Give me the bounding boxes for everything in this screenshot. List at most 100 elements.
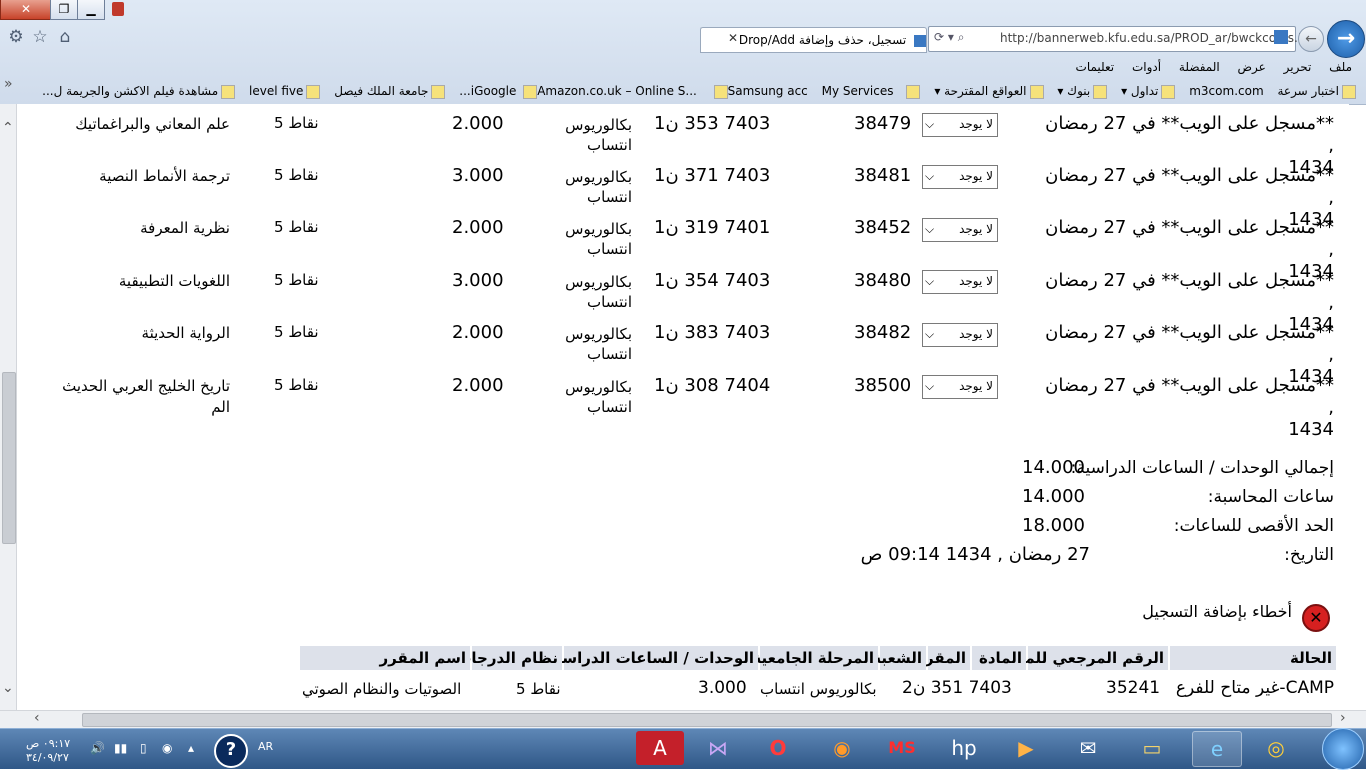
course-code: 7404 308 ن1 [654, 375, 771, 396]
error-credits: 3.000 [698, 678, 747, 698]
firefox-icon[interactable]: ◉ [818, 731, 866, 765]
action-select[interactable]: ⌵ لا يوجد [922, 270, 998, 294]
header-credits: الوحدات / الساعات الدراسية [547, 646, 758, 670]
address-url[interactable]: http://bannerweb.kfu.edu.sa/PROD_ar/bwck… [1000, 31, 1301, 45]
network-icon[interactable]: ◉ [162, 741, 172, 755]
action-select[interactable]: ⌵ لا يوجد [922, 218, 998, 242]
clock-time[interactable]: ٠٩:١٧ ص [26, 737, 70, 750]
home-icon[interactable]: ⌂ [54, 26, 76, 48]
action-select[interactable]: ⌵ لا يوجد [922, 113, 998, 137]
course-credits: 2.000 [452, 217, 504, 238]
header-grading: نظام الدرجات [456, 646, 562, 670]
action-select[interactable]: ⌵ لا يوجد [922, 323, 998, 347]
course-title: ترجمة الأنماط النصية [99, 167, 230, 185]
course-grading: نقاط 5 [274, 114, 319, 132]
scroll-left-icon[interactable]: ‹ [34, 710, 40, 726]
menu-bar: ملف تحرير عرض المفضلة أدوات تعليمات [0, 56, 1366, 78]
language-indicator[interactable]: AR [258, 740, 273, 753]
chevron-down-icon: ⌵ [925, 327, 935, 341]
page-icon [906, 84, 921, 99]
fav-item[interactable]: m3com.com [1189, 84, 1263, 98]
settings-gear-icon[interactable]: ⚙ [5, 26, 27, 48]
window-close-button[interactable]: ✕ [0, 0, 52, 20]
fav-item[interactable]: Amazon.co.uk – Online S... [520, 84, 697, 99]
course-title: تاريخ الخليج العربي الحديث الم [62, 377, 230, 416]
window-restore-button[interactable]: ❐ [50, 0, 78, 20]
fav-item[interactable]: بنوك ▾ [1057, 84, 1108, 99]
header-title: اسم المقرر [300, 646, 470, 670]
clock-date[interactable]: ٣٤/٠٩/٢٧ [26, 751, 69, 764]
course-level: بكالوريوس انتساب [565, 220, 632, 258]
kfu-icon [431, 84, 446, 99]
menu-favorites[interactable]: المفضلة [1179, 60, 1220, 74]
chrome-icon[interactable]: ◎ [1252, 731, 1300, 765]
acrobat-icon[interactable]: A [636, 731, 684, 765]
vertical-scroll-thumb[interactable] [2, 372, 16, 544]
chevron-more-icon[interactable]: » [4, 76, 13, 92]
course-credits: 3.000 [452, 270, 504, 291]
volume-icon[interactable]: 🔊 [90, 741, 105, 755]
file-explorer-icon[interactable]: ▭ [1128, 731, 1176, 765]
course-grading: نقاط 5 [274, 323, 319, 341]
fav-item[interactable]: اختبار سرعة [1277, 84, 1356, 99]
action-select[interactable]: ⌵ لا يوجد [922, 375, 998, 399]
signal-icon[interactable]: ▮▮ [114, 741, 127, 755]
horizontal-scroll-thumb[interactable] [82, 713, 1332, 727]
menu-help[interactable]: تعليمات [1076, 60, 1115, 74]
start-button[interactable] [1322, 728, 1364, 770]
course-title: علم المعاني والبراغماتيك [75, 115, 230, 133]
address-refresh-icon[interactable]: ⟳ ▾ ⌕ [934, 30, 964, 45]
course-credits: 3.000 [452, 165, 504, 186]
tab-favicon-icon [914, 34, 926, 47]
fav-item[interactable]: العواقع المقترحة ▾ [934, 84, 1044, 99]
course-crn: 38500 [854, 375, 912, 396]
header-crn: الرقم المرجعي للمقرر [997, 646, 1168, 670]
course-grading: نقاط 5 [274, 218, 319, 236]
course-grading: نقاط 5 [274, 376, 319, 394]
fav-item[interactable]: جامعة الملك فيصل [334, 84, 446, 99]
course-code: 7401 319 ن1 [654, 217, 771, 238]
battery-icon[interactable]: ▯ [140, 741, 147, 755]
favorites-star-icon[interactable]: ☆ [29, 26, 51, 48]
video-app-icon[interactable]: ▶ [1002, 731, 1050, 765]
back-button[interactable]: ← [1298, 26, 1324, 52]
chevron-down-icon: ⌵ [925, 117, 935, 131]
error-icon: ✕ [1302, 604, 1330, 632]
media-player-icon[interactable]: ⋈ [694, 731, 742, 765]
internet-explorer-icon[interactable]: e [1192, 731, 1242, 767]
menu-view[interactable]: عرض [1238, 60, 1266, 74]
scroll-right-icon[interactable]: › [1340, 710, 1346, 726]
security-shield-icon [112, 2, 124, 16]
fav-item[interactable]: Samsung acc [711, 84, 808, 99]
email-app-icon[interactable]: ✉ [1064, 731, 1112, 765]
show-hidden-icons-icon[interactable]: ▴ [188, 741, 194, 755]
fav-item[interactable]: level five [249, 84, 321, 99]
scroll-up-icon[interactable]: ⌃ [2, 120, 14, 136]
fav-item[interactable]: مشاهدة فيلم الاكشن والجريمة ل... [42, 84, 236, 99]
course-level: بكالوريوس انتساب [565, 378, 632, 416]
window-minimize-button[interactable]: ▁ [77, 0, 105, 20]
opera-icon[interactable]: O [754, 731, 802, 765]
course-level: بكالوريوس انتساب [565, 116, 632, 154]
menu-tools[interactable]: أدوات [1132, 60, 1161, 74]
menu-file[interactable]: ملف [1329, 60, 1352, 74]
help-icon[interactable]: ? [214, 734, 248, 768]
header-section: الشعبة [872, 646, 926, 670]
tab-close-icon[interactable]: ✕ [728, 31, 738, 45]
ms-app-icon[interactable]: MS [878, 731, 926, 765]
scroll-down-icon[interactable]: ⌄ [2, 680, 14, 696]
page-icon [306, 84, 321, 99]
errors-table-header: الحالة الرقم المرجعي للمقرر المادة المقر… [300, 646, 1336, 670]
header-level: المرحلة الجامعية [752, 646, 878, 670]
menu-edit[interactable]: تحرير [1284, 60, 1312, 74]
chevron-down-icon: ⌵ [925, 379, 935, 393]
errors-title: أخطاء بإضافة التسجيل [1142, 602, 1292, 621]
action-select[interactable]: ⌵ لا يوجد [922, 165, 998, 189]
page-icon [221, 84, 236, 99]
hp-icon[interactable]: hp [940, 731, 988, 765]
course-level: بكالوريوس انتساب [565, 273, 632, 311]
course-grading: نقاط 5 [274, 166, 319, 184]
forward-button[interactable]: → [1327, 20, 1365, 58]
fav-item[interactable]: تداول ▾ [1121, 84, 1176, 99]
page-icon [1029, 84, 1044, 99]
